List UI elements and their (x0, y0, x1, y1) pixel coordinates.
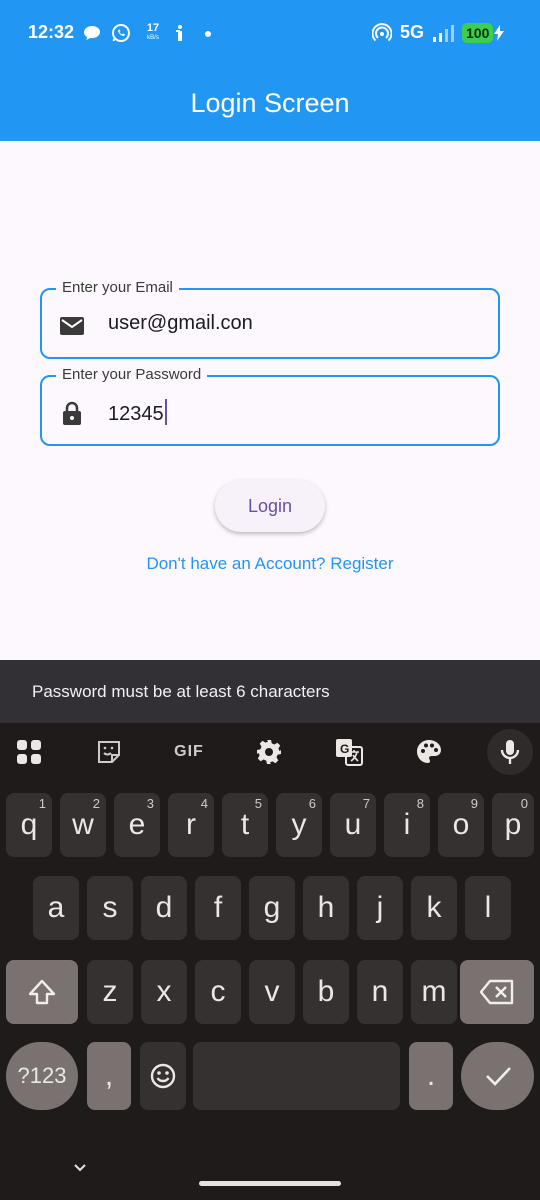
key-d[interactable]: d (141, 876, 187, 940)
key-f[interactable]: f (195, 876, 241, 940)
key-p[interactable]: p0 (492, 793, 534, 857)
palette-icon[interactable] (408, 733, 450, 771)
password-field[interactable]: Enter your Password 12345 (40, 366, 500, 446)
whatsapp-icon (110, 22, 132, 44)
backspace-icon (479, 979, 514, 1005)
key-k[interactable]: k (411, 876, 457, 940)
key-v[interactable]: v (249, 960, 295, 1024)
key-c[interactable]: c (195, 960, 241, 1024)
key-m[interactable]: m (411, 960, 457, 1024)
password-input[interactable]: 12345 (108, 399, 167, 426)
key-g[interactable]: g (249, 876, 295, 940)
register-link[interactable]: Don't have an Account? Register (0, 554, 540, 574)
key-i[interactable]: i8 (384, 793, 430, 857)
email-field[interactable]: Enter your Email user@gmail.con (40, 279, 500, 359)
notification-dot (205, 31, 211, 37)
key-x[interactable]: x (141, 960, 187, 1024)
checkmark-icon (485, 1067, 511, 1086)
lock-icon (58, 399, 86, 427)
soft-keyboard: GIF G q1 w2 e3 r4 t5 y6 u7 i8 o9 p0 a s … (0, 723, 540, 1200)
key-t[interactable]: t5 (222, 793, 268, 857)
key-w[interactable]: w2 (60, 793, 106, 857)
key-e[interactable]: e3 (114, 793, 160, 857)
translate-icon[interactable]: G (328, 733, 370, 771)
status-bar: 12:32 17 kB/s 5G 100 (0, 0, 540, 66)
mic-icon[interactable] (487, 729, 533, 775)
mail-icon (58, 312, 86, 340)
key-u[interactable]: u7 (330, 793, 376, 857)
battery-badge: 100 (462, 23, 494, 43)
signal-icon (432, 22, 454, 44)
settings-icon[interactable] (248, 733, 290, 771)
password-field-label: Enter your Password (56, 366, 208, 383)
backspace-key[interactable] (460, 960, 534, 1024)
gif-button[interactable]: GIF (168, 733, 210, 771)
network-type: 5G (400, 22, 425, 42)
snackbar-message: Password must be at least 6 characters (0, 660, 540, 723)
emoji-icon (150, 1063, 176, 1089)
key-r[interactable]: r4 (168, 793, 214, 857)
key-n[interactable]: n (357, 960, 403, 1024)
emoji-key[interactable] (140, 1042, 186, 1110)
email-field-label: Enter your Email (56, 279, 179, 296)
page-title: Login Screen (190, 88, 350, 118)
app-bar: 12:32 17 kB/s 5G 100 Login Screen (0, 0, 540, 141)
keyboard-toolbar: GIF G (0, 723, 540, 781)
space-key[interactable] (193, 1042, 400, 1110)
comma-key[interactable]: , (87, 1042, 131, 1110)
key-z[interactable]: z (87, 960, 133, 1024)
chat-bubble-icon (82, 22, 102, 44)
shift-icon (28, 979, 56, 1005)
charging-icon (494, 22, 504, 44)
key-o[interactable]: o9 (438, 793, 484, 857)
gesture-nav-pill[interactable] (199, 1181, 341, 1186)
login-button[interactable]: Login (215, 480, 325, 532)
hotspot-icon (372, 22, 392, 44)
net-speed: 17 kB/s (146, 22, 160, 42)
info-icon (172, 22, 188, 44)
key-s[interactable]: s (87, 876, 133, 940)
chevron-down-icon[interactable] (72, 1160, 88, 1176)
apps-grid-icon[interactable] (8, 733, 50, 771)
status-time: 12:32 (28, 22, 75, 42)
done-key[interactable] (461, 1042, 534, 1110)
shift-key[interactable] (6, 960, 78, 1024)
key-a[interactable]: a (33, 876, 79, 940)
period-key[interactable]: . (409, 1042, 453, 1110)
symbols-key[interactable]: ?123 (6, 1042, 78, 1110)
key-y[interactable]: y6 (276, 793, 322, 857)
key-l[interactable]: l (465, 876, 511, 940)
svg-text:G: G (340, 742, 349, 756)
sticker-icon[interactable] (88, 733, 130, 771)
key-q[interactable]: q1 (6, 793, 52, 857)
text-caret (164, 399, 167, 425)
email-input[interactable]: user@gmail.con (108, 312, 253, 335)
key-j[interactable]: j (357, 876, 403, 940)
key-h[interactable]: h (303, 876, 349, 940)
key-b[interactable]: b (303, 960, 349, 1024)
